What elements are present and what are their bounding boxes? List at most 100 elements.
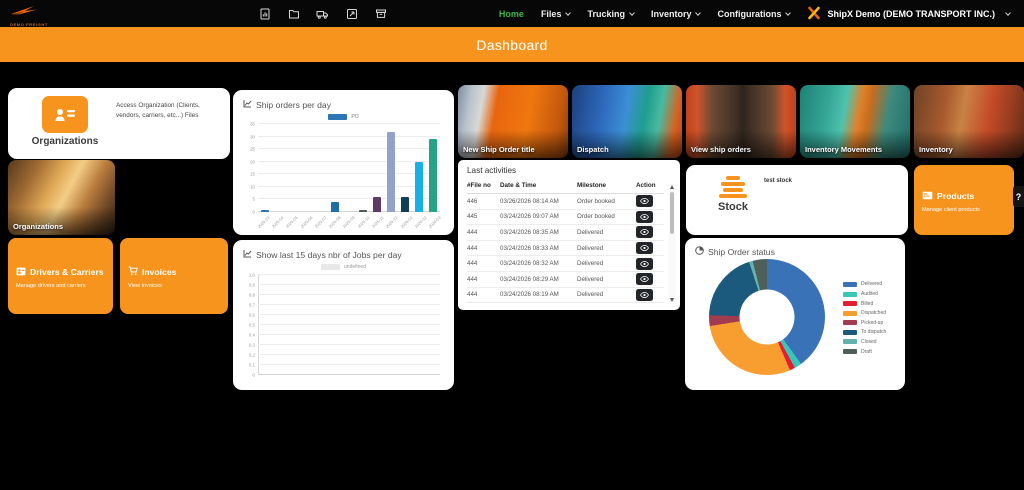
tile-organizations[interactable]: Organizations [8, 160, 115, 235]
legend-label: undefined [344, 264, 366, 270]
account-menu[interactable]: ShipX Demo (DEMO TRANSPORT INC.) [807, 6, 1010, 22]
x-tick-label: 2025-03 [256, 215, 270, 229]
legend-swatch [843, 282, 857, 287]
chart-title: Ship orders per day [256, 100, 331, 110]
line-chart-plot: 1,00,90,80,70,60,50,40,30,20,10 [258, 275, 440, 375]
organizations-card-left: Organizations [22, 96, 108, 153]
legend-swatch [843, 320, 857, 325]
bar-2026-03[interactable] [429, 139, 437, 212]
stock-card[interactable]: Stock test stock [686, 165, 908, 235]
y-tick-label: 0,9 [249, 283, 255, 288]
gridline [258, 274, 440, 275]
y-tick-label: 0,8 [249, 293, 255, 298]
x-tick-label: 2025-11 [371, 215, 385, 229]
bar-2026-02[interactable] [415, 162, 423, 212]
new-order-icon[interactable] [345, 7, 358, 20]
invoices-card[interactable]: Invoices View invoices [120, 238, 228, 314]
cell-milestone: Delivered [577, 245, 636, 252]
view-action-button[interactable] [636, 258, 653, 270]
stock-description: test stock [764, 178, 792, 184]
gridline [258, 334, 440, 335]
products-title: Products [937, 191, 974, 201]
gridline [258, 304, 440, 305]
gridline [258, 344, 440, 345]
help-tab[interactable]: ? [1013, 186, 1024, 207]
products-card[interactable]: Products Manage client products [914, 165, 1014, 235]
products-title-row: Products [922, 187, 1006, 205]
legend-label: PO [351, 114, 358, 120]
donut-chart[interactable] [709, 259, 825, 375]
legend-item-billed: Billed [843, 301, 886, 307]
legend-label: Audited [861, 291, 878, 297]
truck-icon[interactable] [316, 7, 329, 20]
view-action-button[interactable] [636, 195, 653, 207]
table-row: 44403/24/2026 08:29 AMDelivered [467, 272, 664, 288]
gridline [258, 198, 440, 199]
nav-menu: Home Files Trucking Inventory Configurations [499, 9, 791, 19]
nav-item-trucking[interactable]: Trucking [587, 9, 634, 19]
gridline [258, 173, 440, 174]
view-action-button[interactable] [636, 211, 653, 223]
cell-milestone: Order booked [577, 198, 636, 205]
table-scrollbar[interactable] [668, 184, 676, 303]
tile-view-ship-orders[interactable]: View ship orders [686, 85, 796, 158]
tile-inventory-movements[interactable]: Inventory Movements [800, 85, 910, 158]
x-tick-label: 2025-08 [328, 215, 342, 229]
gridline [258, 186, 440, 187]
drivers-title-row: Drivers & Carriers [16, 263, 105, 281]
nav-item-home[interactable]: Home [499, 9, 524, 19]
page-header: Dashboard [0, 27, 1024, 62]
cell-datetime: 03/24/2026 09:07 AM [500, 213, 577, 220]
invoices-subtitle: View invoices [128, 283, 220, 289]
ship-orders-chart-title-row: Ship orders per day [243, 99, 444, 110]
tile-new-ship-order[interactable]: New Ship Order title [458, 85, 568, 158]
bar-2025-11[interactable] [373, 197, 381, 212]
view-action-button[interactable] [636, 226, 653, 238]
scroll-down-icon[interactable] [670, 298, 674, 302]
nav-item-configurations[interactable]: Configurations [717, 9, 790, 19]
tile-label: View ship orders [691, 145, 751, 154]
y-tick-label: 0 [253, 373, 255, 378]
gridline [258, 354, 440, 355]
donut-title-row: Ship Order status [695, 246, 895, 257]
view-action-button[interactable] [636, 242, 653, 254]
y-tick-label: 20 [250, 159, 255, 164]
stock-card-left: Stock [698, 174, 768, 213]
view-action-button[interactable] [636, 289, 653, 301]
legend-label: Closed [861, 339, 877, 345]
cell-milestone: Delivered [577, 229, 636, 236]
legend-label: To dispatch [861, 329, 886, 335]
nav-item-files[interactable]: Files [541, 9, 571, 19]
scroll-up-icon[interactable] [670, 185, 674, 189]
legend-item-to-dispatch: To dispatch [843, 329, 886, 335]
tile-inventory[interactable]: Inventory [914, 85, 1024, 158]
inventory-icon[interactable] [374, 7, 387, 20]
bar-2025-08[interactable] [331, 202, 339, 212]
y-tick-label: 0,4 [249, 333, 255, 338]
files-icon[interactable] [287, 7, 300, 20]
tile-dispatch[interactable]: Dispatch [572, 85, 682, 158]
legend-item-picked-up: Picked-up [843, 320, 886, 326]
gridline [258, 364, 440, 365]
nav-item-inventory[interactable]: Inventory [651, 9, 701, 19]
x-tick-label: 2025-05 [285, 215, 299, 229]
cell-datetime: 03/24/2026 08:19 AM [500, 291, 577, 298]
gridline [258, 374, 440, 375]
bar-2025-12[interactable] [387, 132, 395, 212]
x-tick-label: 2026-03 [428, 215, 442, 229]
bar-2026-01[interactable] [401, 197, 409, 212]
organizations-icon [42, 96, 88, 133]
table-row: 44403/24/2026 08:32 AMDelivered [467, 256, 664, 272]
app-logo[interactable]: DEMO FREIGHT [10, 3, 70, 27]
gridline [258, 161, 440, 162]
column-header: Date & Time [500, 182, 577, 189]
tile-label: New Ship Order title [463, 145, 535, 154]
scrollbar-thumb[interactable] [670, 192, 674, 234]
organizations-card[interactable]: Organizations Access Organization (Clien… [8, 88, 230, 159]
drivers-carriers-card[interactable]: Drivers & Carriers Manage drivers and ca… [8, 238, 113, 314]
organizations-icon[interactable] [258, 7, 271, 20]
cell-milestone: Delivered [577, 291, 636, 298]
table-body: 44603/26/2026 08:14 AMOrder booked44503/… [467, 194, 664, 303]
view-action-button[interactable] [636, 273, 653, 285]
cell-file-no: 444 [467, 260, 500, 267]
